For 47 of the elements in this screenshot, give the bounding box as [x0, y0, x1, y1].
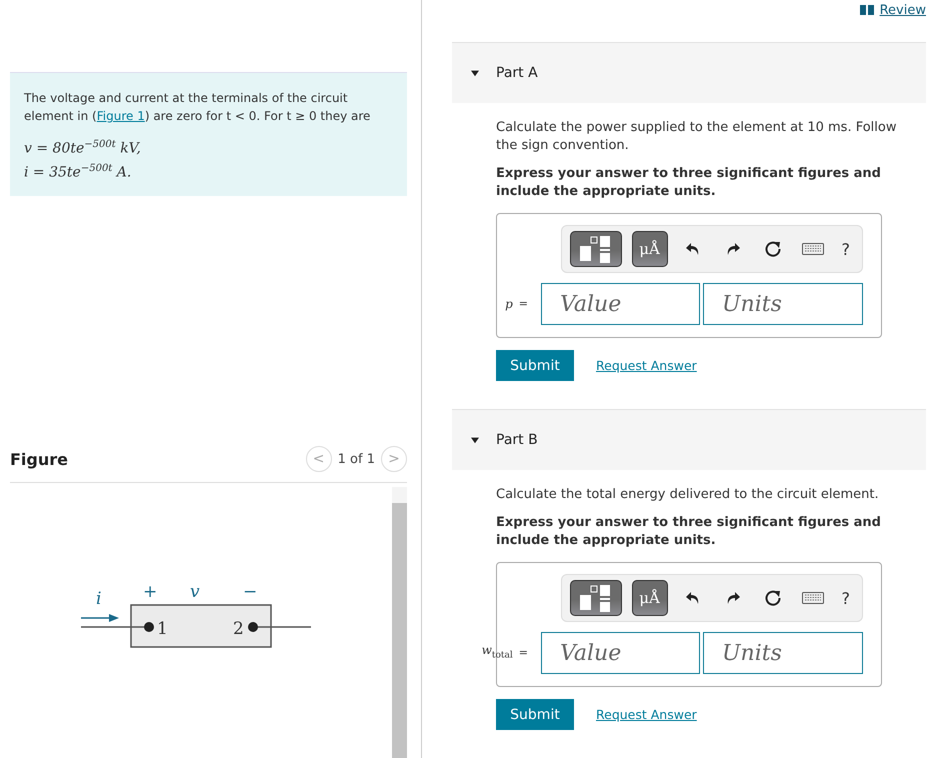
keyboard-icon[interactable]	[802, 592, 824, 604]
question-text: Calculate the total energy delivered to the circuit element.	[496, 486, 880, 504]
help-button[interactable]: ?	[838, 588, 854, 608]
units-field[interactable]: Units	[703, 283, 863, 325]
submit-button[interactable]: Submit	[496, 699, 574, 730]
figure-title: Figure	[10, 450, 69, 469]
book-icon	[860, 5, 874, 15]
undo-icon[interactable]	[684, 241, 700, 257]
instruction-text: Express your answer to three significant figures and include the appropriate units.	[496, 165, 882, 201]
variable-label: w$_{total}$	[482, 642, 513, 663]
keyboard-icon[interactable]	[802, 243, 824, 255]
equation: v = 80te$^{−500t}$ kV,	[24, 138, 141, 159]
value-field[interactable]: Value	[541, 632, 700, 674]
units-button[interactable]: μÅ	[632, 231, 668, 267]
voltage-label: v	[190, 583, 200, 602]
review-link[interactable]: Review	[880, 2, 926, 18]
equation: i = 35te$^{−500t}$ A.	[24, 162, 132, 182]
request-answer-link[interactable]: Request Answer	[596, 356, 697, 374]
request-answer-link[interactable]: Request Answer	[596, 706, 697, 724]
expanded-caret-icon[interactable]	[470, 436, 480, 444]
undo-icon[interactable]	[684, 590, 700, 606]
terminal-label: 2	[233, 619, 244, 640]
reset-icon[interactable]	[764, 589, 782, 607]
figure-link[interactable]: Figure 1	[96, 109, 145, 123]
scrollbar[interactable]	[392, 487, 407, 758]
templates-button[interactable]	[570, 231, 622, 267]
plus-sign: +	[143, 583, 158, 602]
templates-button[interactable]	[570, 580, 622, 616]
current-label: i	[96, 589, 102, 610]
help-button[interactable]: ?	[838, 240, 854, 258]
submit-button[interactable]: Submit	[496, 350, 574, 381]
expanded-caret-icon[interactable]	[470, 69, 480, 77]
page-counter: 1 of 1	[338, 452, 375, 467]
minus-sign: −	[243, 583, 258, 602]
units-field[interactable]: Units	[703, 632, 863, 674]
problem-text: The voltage and current at the terminals of the circuit element in (Figure 1) are zero for t < 0. For t ≥ 0 they are	[24, 90, 372, 125]
reset-icon[interactable]	[764, 240, 782, 258]
instruction-text: Express your answer to three significant figures and include the appropriate units.	[496, 514, 882, 550]
variable-label: p	[505, 296, 513, 313]
part-title[interactable]: Part A	[496, 65, 538, 81]
equals-sign: =	[518, 296, 528, 312]
question-text: Calculate the power supplied to the element at 10 ms. Follow the sign convention.	[496, 119, 898, 155]
value-field[interactable]: Value	[541, 283, 700, 325]
units-button[interactable]: μÅ	[632, 580, 668, 616]
terminal-label: 1	[157, 619, 168, 640]
equals-sign: =	[518, 645, 528, 661]
part-title[interactable]: Part B	[496, 432, 538, 448]
